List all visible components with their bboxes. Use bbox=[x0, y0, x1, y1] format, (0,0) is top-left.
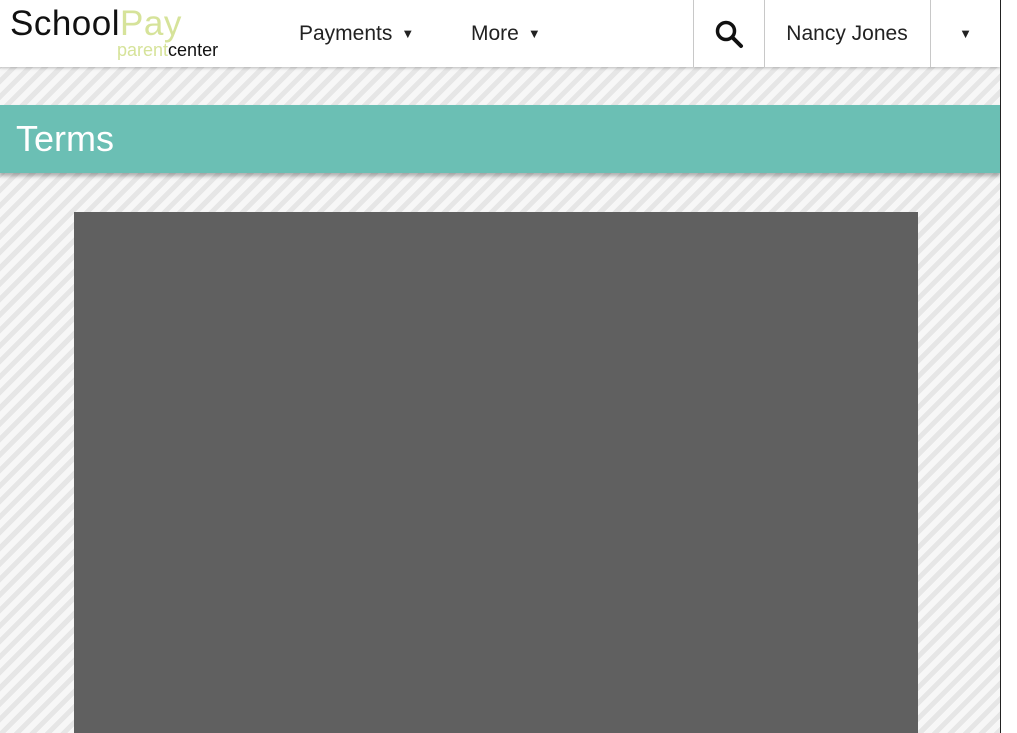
terms-content-panel bbox=[74, 212, 918, 733]
schoolpay-logo[interactable]: SchoolPay parentcenter bbox=[10, 4, 240, 64]
page-title-banner: Terms bbox=[0, 105, 1000, 173]
window-edge bbox=[1000, 0, 1017, 733]
caret-down-icon: ▼ bbox=[401, 26, 415, 41]
logo-subtitle: parentcenter bbox=[117, 40, 218, 60]
logo-wordmark: SchoolPay bbox=[10, 4, 182, 44]
nav-payments-menu[interactable]: Payments ▼ bbox=[299, 0, 414, 67]
user-menu-toggle[interactable]: ▼ bbox=[931, 0, 1000, 67]
nav-payments-label: Payments bbox=[299, 21, 393, 45]
search-icon bbox=[715, 20, 743, 48]
page-title: Terms bbox=[16, 118, 114, 159]
logo-parent-text: parent bbox=[117, 40, 169, 60]
user-account-name[interactable]: Nancy Jones bbox=[764, 0, 931, 67]
caret-down-icon: ▼ bbox=[527, 26, 541, 41]
user-name-label: Nancy Jones bbox=[786, 21, 908, 45]
app-background: SchoolPay parentcenter Payments ▼ More ▼… bbox=[0, 0, 1000, 733]
logo-pay-text: Pay bbox=[120, 4, 182, 43]
logo-school-text: School bbox=[10, 4, 121, 43]
caret-down-icon: ▼ bbox=[959, 26, 972, 41]
search-button[interactable] bbox=[693, 0, 765, 67]
top-navigation-bar: SchoolPay parentcenter Payments ▼ More ▼… bbox=[0, 0, 1000, 67]
nav-more-label: More bbox=[471, 21, 519, 45]
nav-more-menu[interactable]: More ▼ bbox=[471, 0, 541, 67]
logo-center-text: center bbox=[168, 40, 219, 60]
